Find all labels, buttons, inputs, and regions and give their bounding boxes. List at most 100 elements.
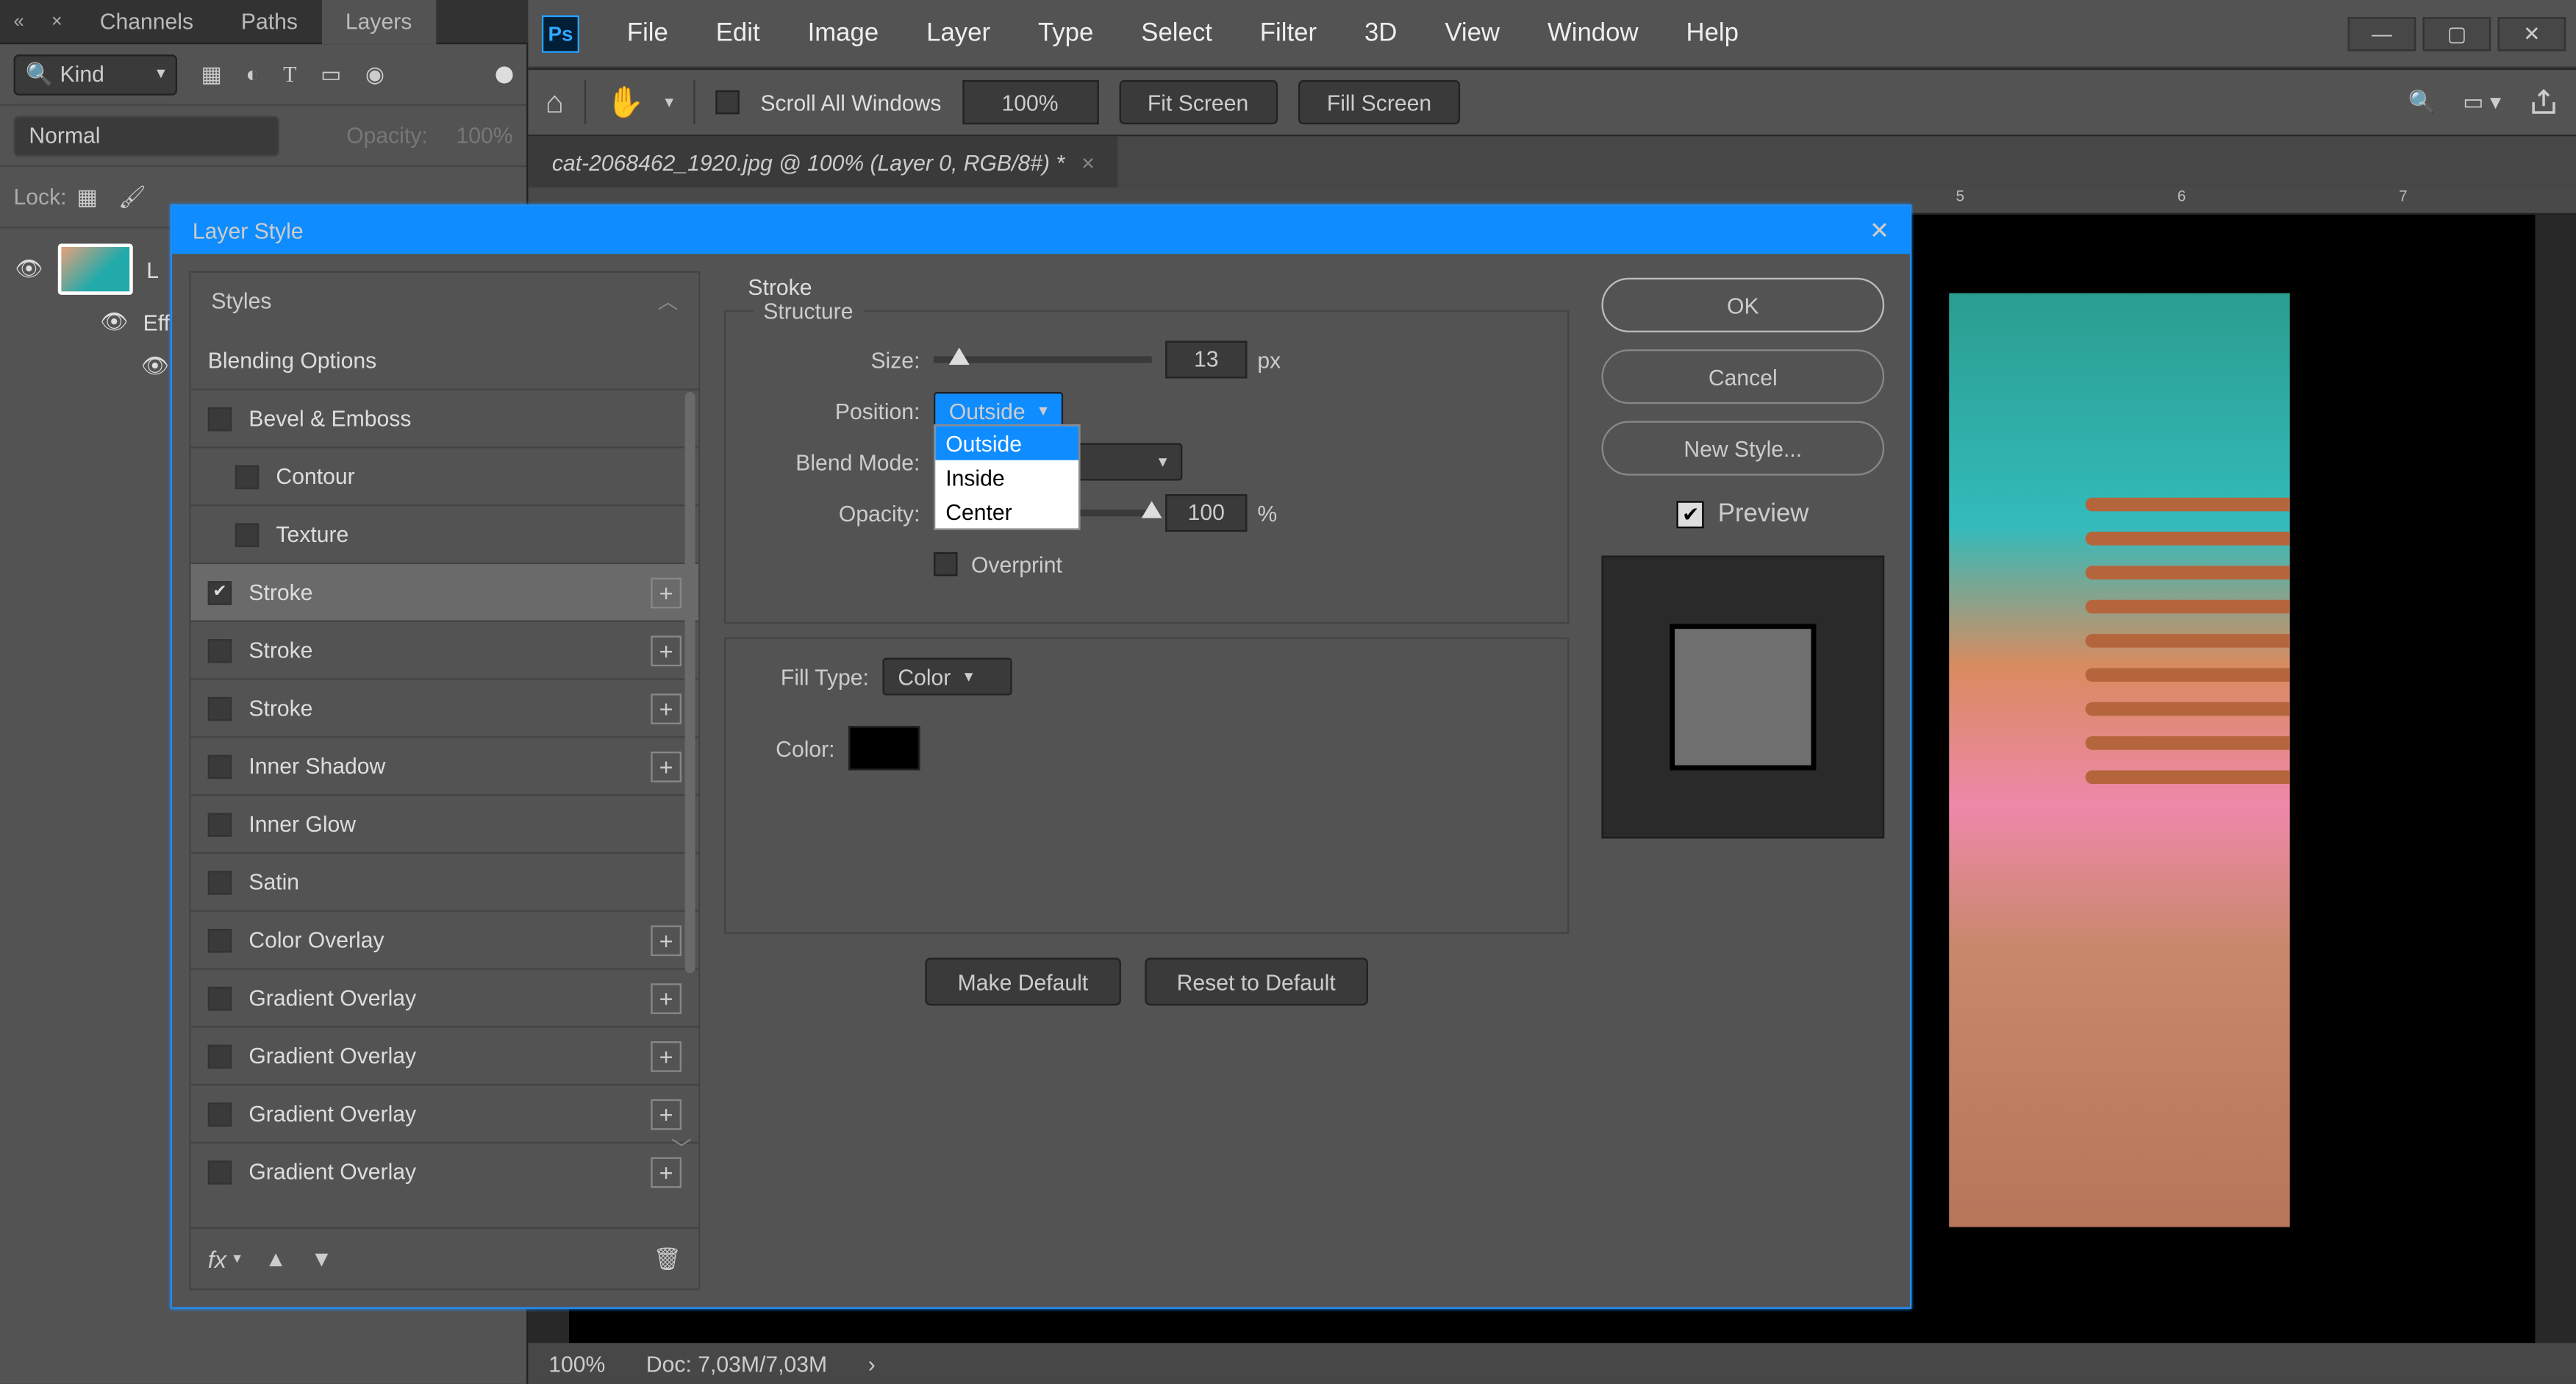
chevron-up-icon[interactable]: ︿ [658, 286, 679, 315]
style-item-stroke[interactable]: Stroke+ [191, 563, 699, 621]
menu-help[interactable]: Help [1662, 9, 1762, 58]
blend-mode-select[interactable]: Normal [14, 115, 280, 156]
add-effect-icon[interactable]: + [651, 577, 681, 607]
make-default-button[interactable]: Make Default [926, 957, 1121, 1005]
add-effect-icon[interactable]: + [651, 635, 681, 666]
style-checkbox[interactable] [208, 754, 232, 777]
style-item-contour[interactable]: Contour [191, 446, 699, 504]
menu-type[interactable]: Type [1015, 9, 1117, 58]
style-item-gradient-overlay[interactable]: Gradient Overlay+ [191, 968, 699, 1026]
scroll-all-checkbox[interactable] [716, 90, 740, 114]
visibility-icon[interactable]: 👁 [140, 353, 171, 380]
move-up-icon[interactable]: ▲ [265, 1246, 287, 1271]
chevron-down-icon[interactable]: ﹀ [665, 1130, 698, 1166]
blending-options-item[interactable]: Blending Options [191, 331, 699, 389]
search-icon[interactable]: 🔍 [2408, 89, 2436, 116]
style-item-inner-glow[interactable]: Inner Glow [191, 794, 699, 852]
add-effect-icon[interactable]: + [651, 751, 681, 782]
status-chevron-icon[interactable]: › [868, 1351, 876, 1377]
filter-shape-icon[interactable]: ▭ [321, 60, 341, 88]
menu-layer[interactable]: Layer [903, 9, 1015, 58]
style-checkbox[interactable] [208, 870, 232, 893]
visibility-icon[interactable]: 👁 [99, 308, 129, 335]
menu-file[interactable]: File [603, 9, 692, 58]
fill-screen-button[interactable]: Fill Screen [1298, 80, 1460, 124]
tab-paths[interactable]: Paths [217, 0, 321, 44]
window-close-icon[interactable]: ✕ [2497, 16, 2566, 50]
fill-type-select[interactable]: Color ▾ [882, 658, 1012, 696]
layer-name[interactable]: L [146, 257, 159, 282]
ok-button[interactable]: OK [1601, 278, 1884, 332]
filter-adjustment-icon[interactable]: ◐ [246, 61, 259, 87]
document-tab[interactable]: cat-2068462_1920.jpg @ 100% (Layer 0, RG… [528, 136, 1118, 188]
menu-edit[interactable]: Edit [692, 9, 784, 58]
style-item-gradient-overlay[interactable]: Gradient Overlay+ [191, 1142, 699, 1200]
trash-icon[interactable]: 🗑 [654, 1245, 681, 1272]
style-checkbox[interactable] [208, 928, 232, 952]
layer-filter-kind-select[interactable]: 🔍 Kind ▾ [14, 54, 177, 95]
visibility-icon[interactable]: 👁 [14, 256, 45, 283]
move-down-icon[interactable]: ▼ [310, 1246, 332, 1271]
filter-toggle-icon[interactable] [495, 65, 512, 82]
add-effect-icon[interactable]: + [651, 1099, 681, 1130]
style-checkbox[interactable] [208, 638, 232, 662]
tab-channels[interactable]: Channels [76, 0, 217, 44]
style-checkbox[interactable] [235, 465, 259, 488]
panel-close-icon[interactable]: × [37, 11, 76, 32]
style-item-gradient-overlay[interactable]: Gradient Overlay+ [191, 1026, 699, 1084]
color-swatch[interactable] [848, 726, 920, 770]
reset-default-button[interactable]: Reset to Default [1145, 957, 1368, 1005]
scrollbar[interactable] [685, 392, 695, 1166]
style-checkbox[interactable] [208, 986, 232, 1010]
position-option-inside[interactable]: Inside [935, 460, 1078, 494]
collapse-arrows-icon[interactable]: « [0, 11, 37, 32]
menu-filter[interactable]: Filter [1236, 9, 1340, 58]
add-effect-icon[interactable]: + [651, 693, 681, 724]
home-icon[interactable]: ⌂ [545, 85, 564, 121]
menu-view[interactable]: View [1421, 9, 1524, 58]
size-input[interactable]: 13 [1165, 341, 1247, 379]
close-tab-icon[interactable]: × [1081, 149, 1095, 175]
lock-transparency-icon[interactable]: ▦ [76, 183, 97, 210]
preview-checkbox[interactable]: ✔ [1677, 500, 1704, 527]
zoom-level-input[interactable]: 100% [962, 80, 1098, 124]
style-checkbox[interactable] [208, 1102, 232, 1125]
style-checkbox[interactable] [208, 1044, 232, 1067]
status-doc-size[interactable]: Doc: 7,03M/7,03M [646, 1351, 827, 1377]
add-effect-icon[interactable]: + [651, 924, 681, 955]
style-item-gradient-overlay[interactable]: Gradient Overlay+ [191, 1084, 699, 1142]
size-slider[interactable] [934, 356, 1152, 363]
status-zoom[interactable]: 100% [548, 1351, 605, 1377]
filter-smart-icon[interactable]: ◉ [365, 60, 384, 88]
style-checkbox[interactable] [235, 522, 259, 546]
workspace-icon[interactable]: ▭ ▾ [2463, 89, 2501, 116]
menu-select[interactable]: Select [1117, 9, 1237, 58]
add-effect-icon[interactable]: + [651, 1041, 681, 1071]
fx-chevron-icon[interactable]: ▾ [233, 1249, 241, 1268]
style-item-stroke[interactable]: Stroke+ [191, 678, 699, 736]
dialog-close-icon[interactable]: ✕ [1870, 215, 1889, 244]
overprint-checkbox[interactable] [934, 552, 957, 576]
filter-type-icon[interactable]: T [283, 60, 296, 88]
style-checkbox[interactable] [208, 696, 232, 720]
layer-thumbnail[interactable] [58, 243, 133, 295]
style-item-color-overlay[interactable]: Color Overlay+ [191, 910, 699, 969]
fx-menu-icon[interactable]: fx [208, 1245, 226, 1272]
style-checkbox[interactable] [208, 812, 232, 835]
position-option-center[interactable]: Center [935, 494, 1078, 528]
hand-tool-icon[interactable]: ✋ [607, 85, 645, 121]
style-item-inner-shadow[interactable]: Inner Shadow+ [191, 736, 699, 794]
fit-screen-button[interactable]: Fit Screen [1119, 80, 1278, 124]
share-icon[interactable] [2528, 87, 2559, 118]
window-minimize-icon[interactable]: — [2348, 16, 2416, 50]
menu-3d[interactable]: 3D [1341, 9, 1421, 58]
style-item-satin[interactable]: Satin [191, 852, 699, 910]
opacity-value[interactable]: 100% [438, 123, 513, 149]
dialog-titlebar[interactable]: Layer Style ✕ [172, 206, 1910, 254]
style-checkbox[interactable] [208, 580, 232, 604]
style-checkbox[interactable] [208, 1160, 232, 1183]
filter-pixel-icon[interactable]: ▦ [201, 60, 221, 88]
style-item-stroke[interactable]: Stroke+ [191, 621, 699, 679]
menu-window[interactable]: Window [1523, 9, 1662, 58]
menu-image[interactable]: Image [784, 9, 903, 58]
